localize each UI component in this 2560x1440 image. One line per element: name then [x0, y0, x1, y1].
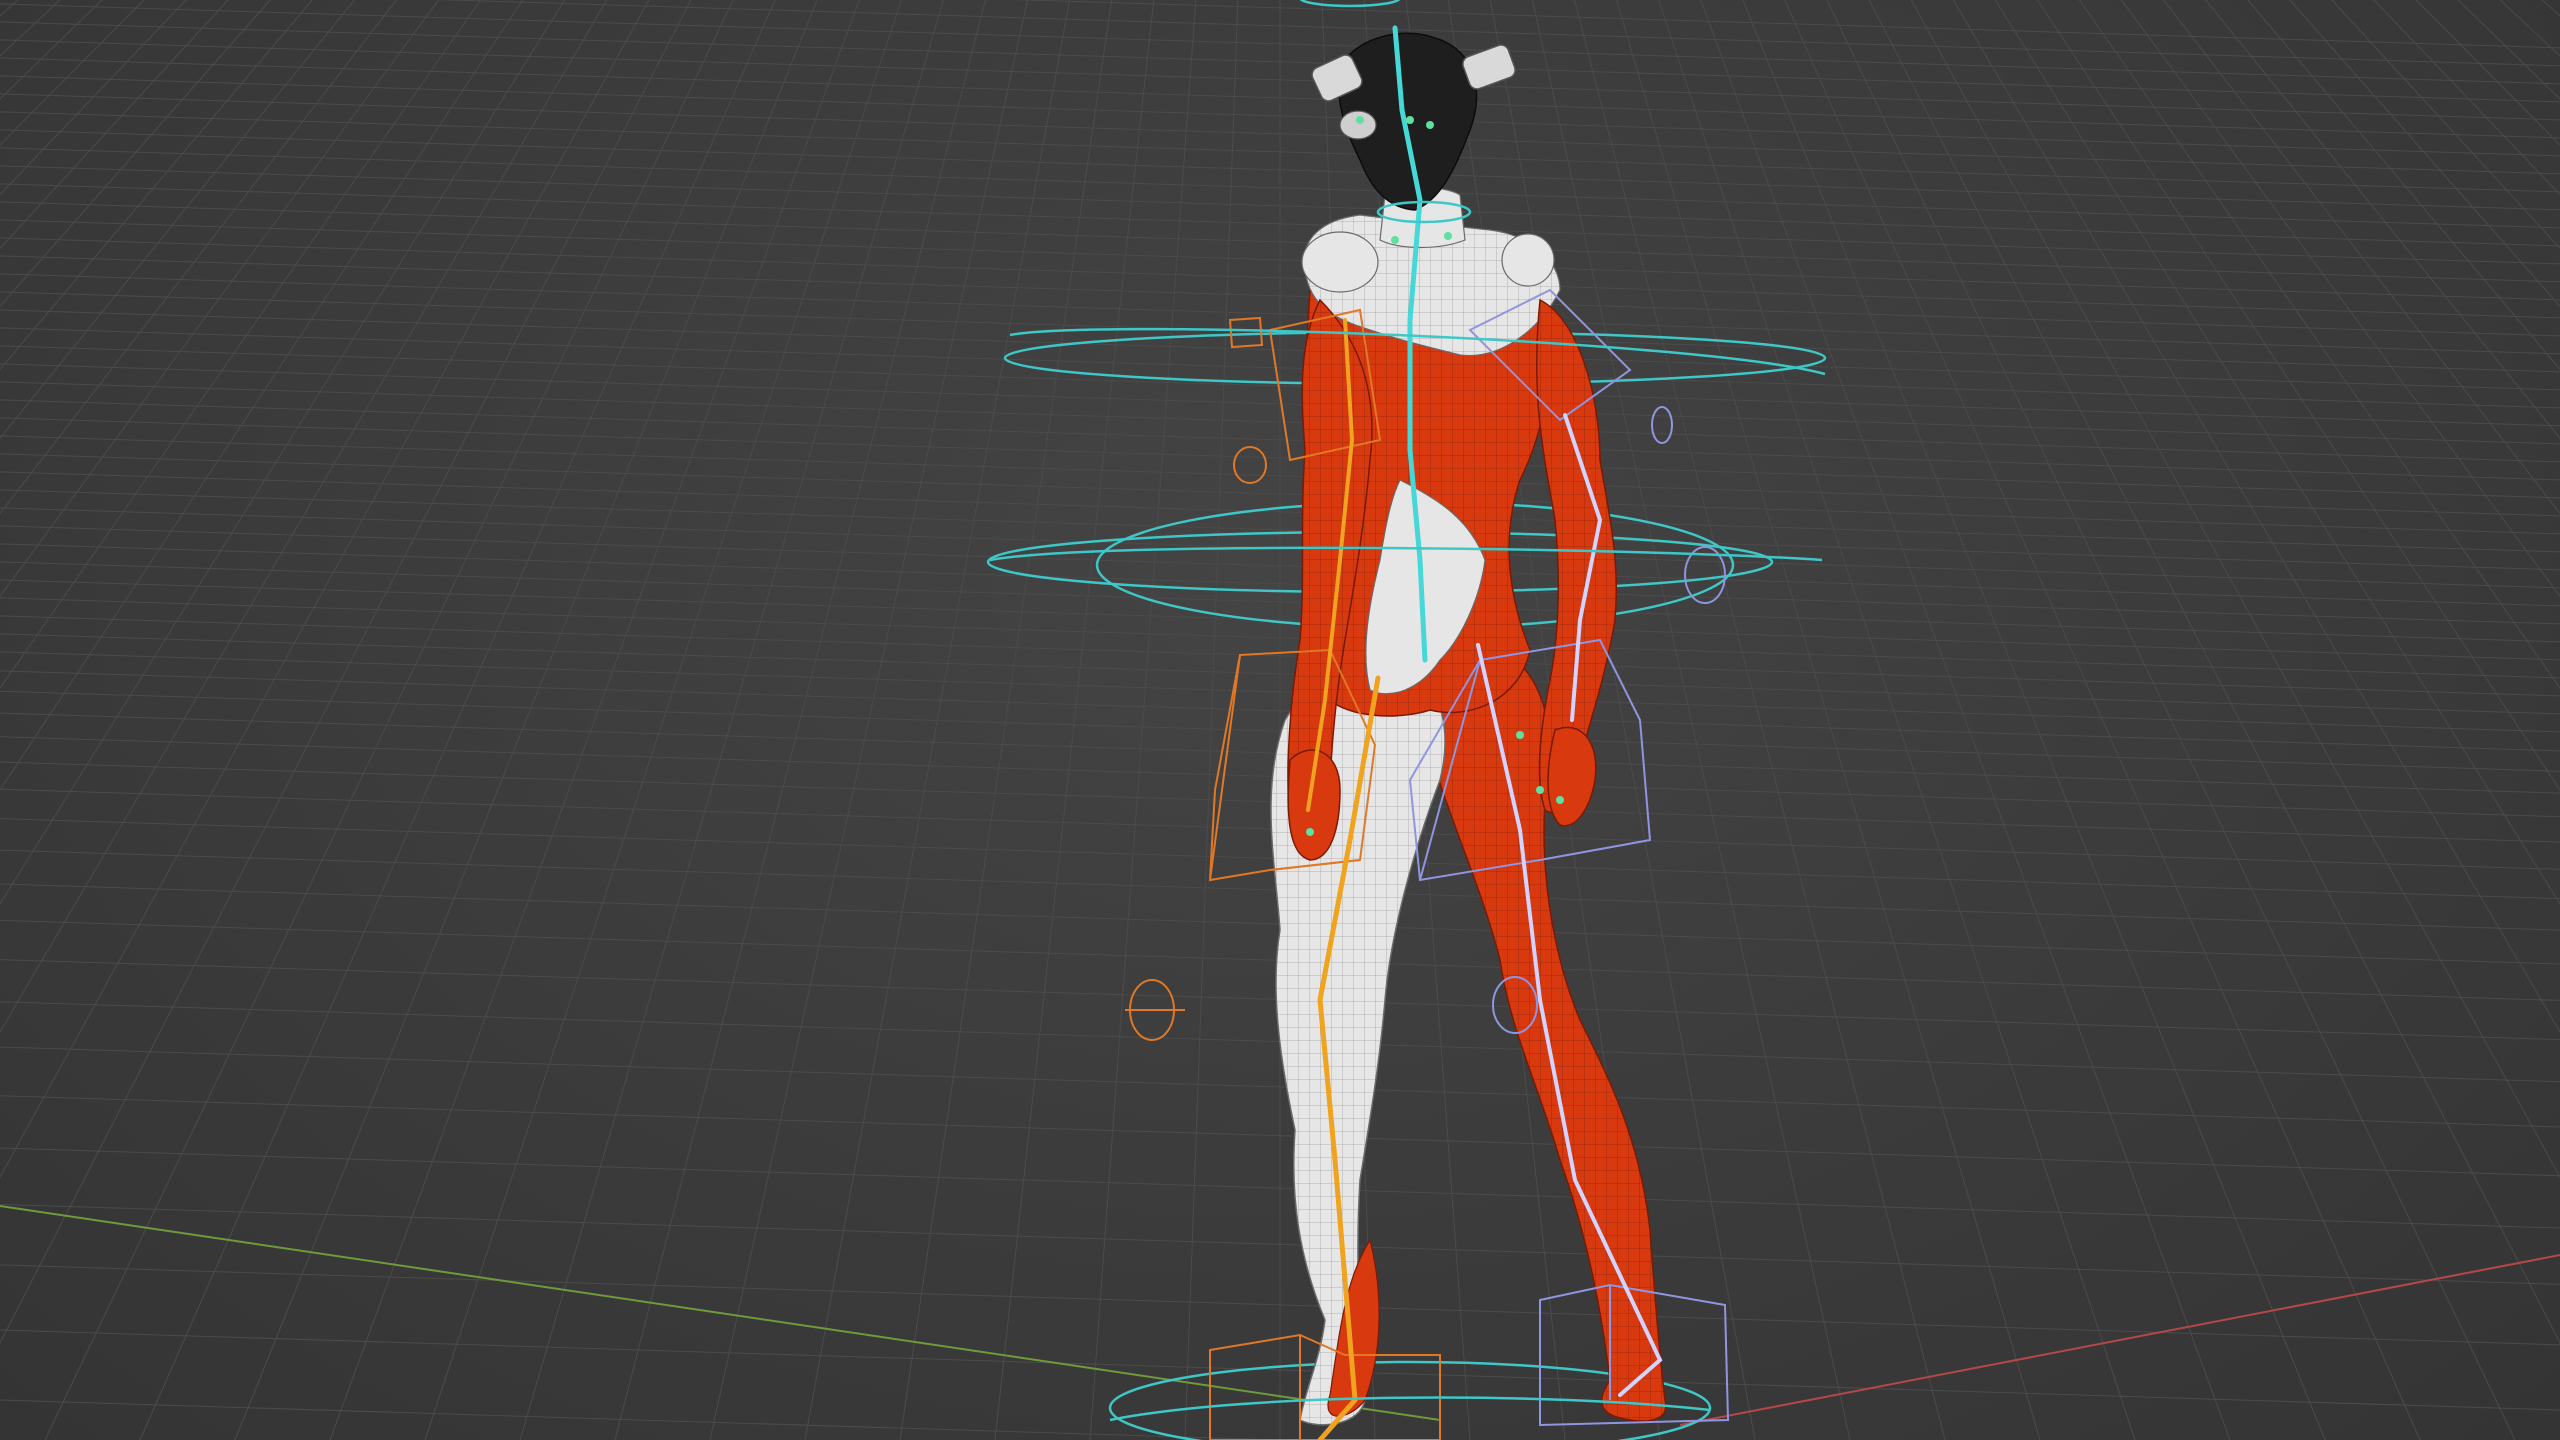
head-top-control[interactable]	[1299, 0, 1401, 8]
right-elbow-pole[interactable]	[1651, 406, 1673, 444]
x-axis-line	[1679, 1254, 2560, 1426]
y-axis-line	[0, 1205, 1441, 1421]
right-shoulder-pad	[1501, 233, 1555, 287]
left-shoulder-pad	[1301, 231, 1379, 293]
right-hand-mesh[interactable]	[1547, 726, 1597, 827]
floor-grid	[0, 0, 2560, 1440]
3d-viewport[interactable]	[0, 0, 2560, 1440]
viewport-canvas[interactable]	[0, 0, 2560, 1440]
left-elbow-pole[interactable]	[1233, 446, 1267, 484]
character-mesh[interactable]	[1270, 32, 1667, 1426]
